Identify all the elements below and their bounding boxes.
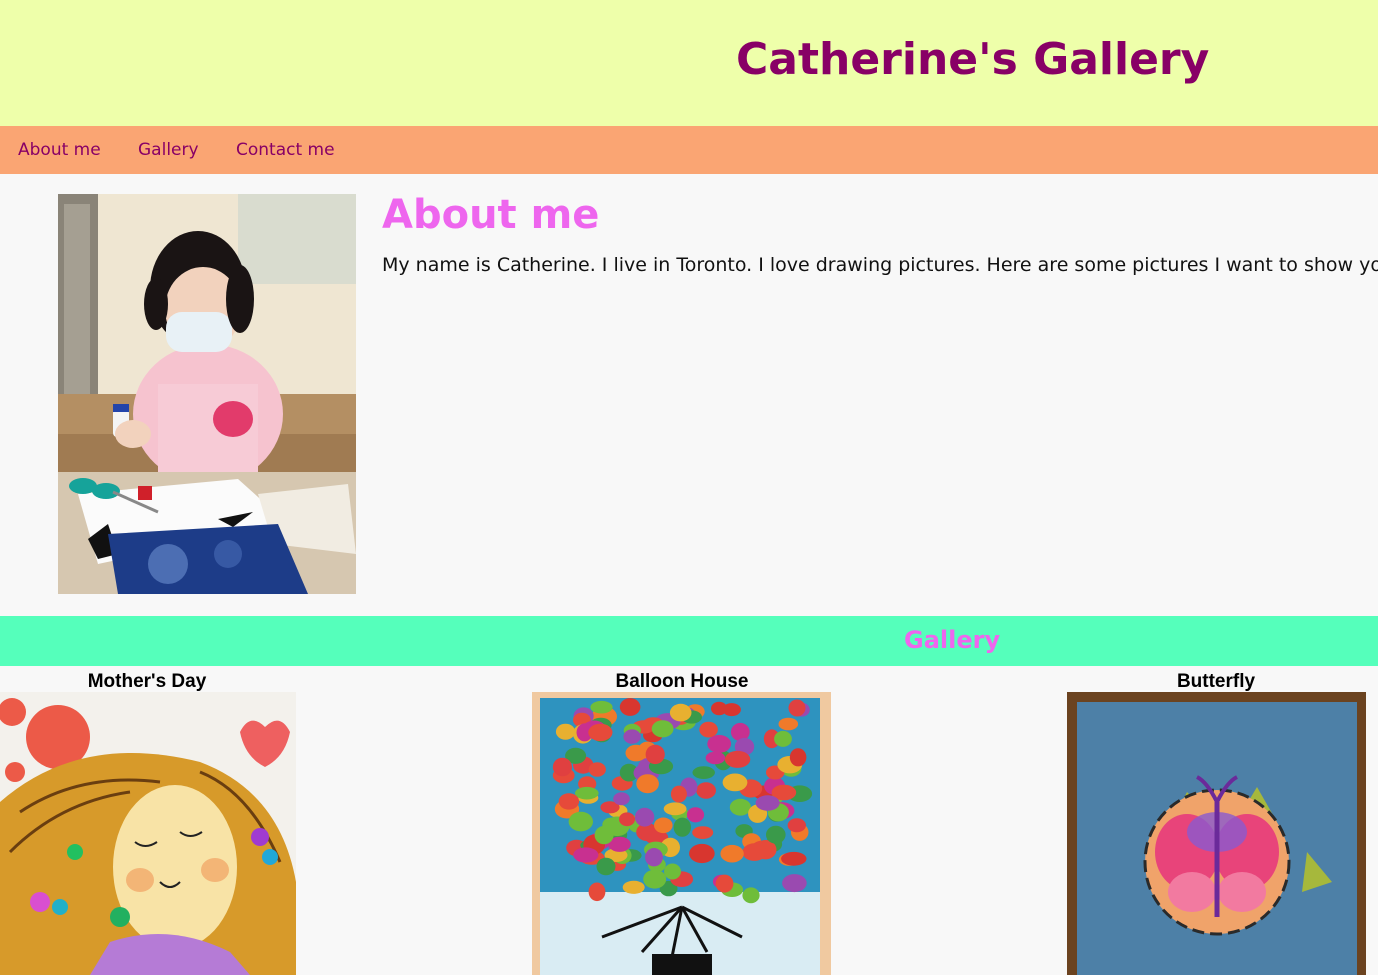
painted-dot bbox=[787, 818, 806, 833]
painted-dot bbox=[645, 744, 665, 765]
painted-dot bbox=[596, 857, 616, 876]
artwork-title-balloon-house: Balloon House bbox=[615, 671, 749, 692]
painted-dot bbox=[588, 882, 606, 902]
gallery-banner bbox=[0, 616, 1378, 666]
gallery-heading: Gallery bbox=[904, 626, 1001, 654]
painted-dot bbox=[622, 880, 645, 894]
painted-dot bbox=[573, 847, 599, 863]
painted-dot bbox=[722, 773, 748, 792]
painted-dot bbox=[692, 766, 715, 779]
about-me-text: My name is Catherine. I live in Toronto.… bbox=[382, 254, 1378, 276]
painted-dot bbox=[619, 698, 641, 716]
painted-dot bbox=[619, 812, 635, 827]
artwork-title-butterfly: Butterfly bbox=[1176, 671, 1256, 692]
painted-dot bbox=[636, 774, 659, 794]
painted-dot bbox=[625, 744, 647, 762]
painted-dot bbox=[673, 817, 691, 837]
artwork-image-butterfly bbox=[1067, 692, 1366, 975]
painted-dot bbox=[742, 843, 767, 861]
painted-dot bbox=[588, 723, 613, 742]
painted-dot bbox=[782, 874, 807, 893]
painted-dot bbox=[689, 843, 715, 864]
painted-dot bbox=[774, 730, 792, 747]
nav-link-contact-me[interactable]: Contact me bbox=[236, 140, 335, 160]
painted-dot bbox=[558, 793, 580, 810]
painted-dot bbox=[755, 795, 780, 811]
painted-dot bbox=[590, 700, 613, 714]
painted-dot bbox=[669, 703, 692, 722]
artwork-image-balloon-house bbox=[532, 692, 831, 975]
painted-dot bbox=[654, 817, 673, 834]
painted-dot bbox=[634, 807, 655, 827]
painted-dot bbox=[602, 817, 620, 832]
site-header: Catherine's Gallery bbox=[0, 0, 1378, 126]
painted-dot bbox=[781, 851, 807, 866]
about-me-heading: About me bbox=[382, 192, 600, 238]
painted-dot bbox=[705, 751, 726, 765]
painted-dot bbox=[613, 792, 630, 806]
painted-dot bbox=[686, 807, 705, 823]
painted-dot bbox=[664, 863, 681, 880]
painted-dot bbox=[699, 721, 718, 738]
painted-dot bbox=[720, 844, 744, 863]
painted-dot bbox=[696, 782, 716, 799]
painted-dot bbox=[724, 750, 751, 768]
painted-dot bbox=[670, 785, 687, 803]
painted-dot bbox=[645, 848, 663, 867]
nav-bar: About me Gallery Contact me bbox=[0, 126, 1378, 174]
painted-dot bbox=[588, 762, 606, 777]
painted-dot bbox=[711, 701, 728, 716]
painted-dot bbox=[663, 802, 687, 816]
painted-dot bbox=[643, 869, 667, 889]
painted-dot bbox=[715, 874, 734, 893]
nav-link-about-me[interactable]: About me bbox=[18, 140, 101, 160]
painted-dot bbox=[707, 735, 732, 753]
painted-dot bbox=[766, 825, 786, 844]
painted-dot bbox=[552, 757, 572, 777]
artwork-title-mothers-day: Mother's Day bbox=[87, 671, 207, 692]
painted-dot bbox=[568, 811, 593, 832]
nav-link-gallery[interactable]: Gallery bbox=[138, 140, 199, 160]
painted-dot bbox=[789, 748, 807, 767]
painted-dot bbox=[651, 720, 674, 738]
profile-photo bbox=[58, 194, 356, 594]
painted-dot bbox=[778, 717, 799, 731]
artwork-image-mothers-day bbox=[0, 692, 296, 975]
painted-dot bbox=[692, 826, 714, 839]
painted-dot bbox=[742, 887, 760, 904]
painted-dot bbox=[729, 798, 751, 816]
painted-dot bbox=[623, 729, 641, 744]
site-title: Catherine's Gallery bbox=[736, 34, 1210, 85]
painted-dot bbox=[555, 723, 576, 740]
painted-dot bbox=[575, 786, 599, 800]
painted-dot bbox=[788, 699, 806, 717]
